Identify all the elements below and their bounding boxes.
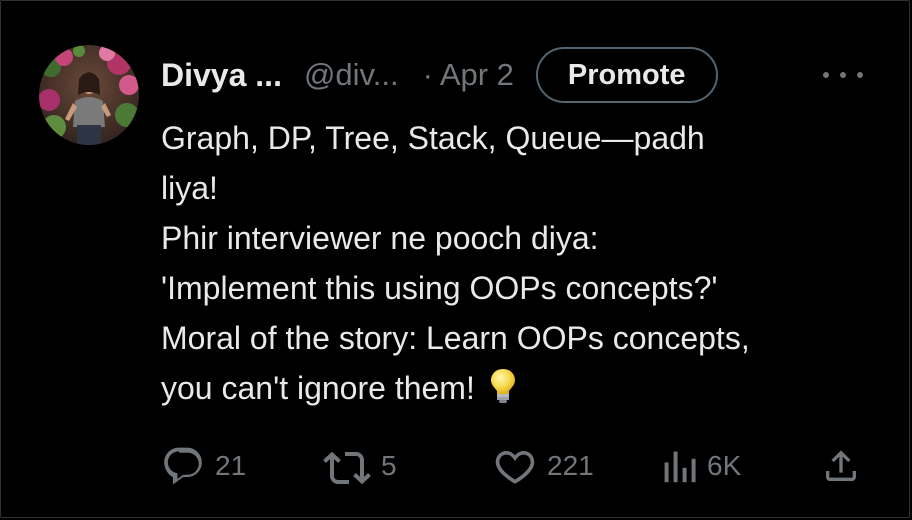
share-icon [821, 444, 861, 488]
tweet-last-line: you can't ignore them! [161, 363, 891, 419]
avatar-image [39, 45, 139, 145]
like-button[interactable]: 221 [493, 441, 594, 491]
like-count: 221 [547, 450, 594, 481]
heart-icon [493, 444, 537, 488]
avatar[interactable] [39, 45, 139, 145]
action-bar: 21 5 221 6K [1, 441, 912, 491]
tweet-header: Divya ... @div... · Apr 2 Promote [161, 47, 718, 103]
reply-count: 21 [215, 450, 247, 481]
author-name[interactable]: Divya ... [161, 57, 282, 94]
tweet-line: Graph, DP, Tree, Stack, Queue—padh [161, 120, 705, 156]
reply-button[interactable]: 21 [161, 441, 246, 491]
lightbulb-icon [489, 367, 517, 419]
tweet-line: Phir interviewer ne pooch diya: [161, 220, 599, 256]
repost-count: 5 [381, 450, 397, 481]
views-button[interactable]: 6K [661, 441, 741, 491]
tweet-card: Divya ... @div... · Apr 2 Promote Graph,… [0, 0, 910, 518]
tweet-line: liya! [161, 170, 218, 206]
share-button[interactable] [821, 441, 861, 491]
more-dot [857, 72, 863, 78]
views-count: 6K [707, 450, 742, 481]
author-handle[interactable]: @div... [304, 57, 399, 93]
more-dot [840, 72, 846, 78]
more-dot [823, 72, 829, 78]
repost-button[interactable]: 5 [323, 441, 397, 491]
tweet-line: 'Implement this using OOPs concepts?' [161, 270, 718, 306]
tweet-line: you can't ignore them! [161, 370, 475, 406]
reply-icon [161, 444, 205, 488]
views-icon [661, 444, 697, 488]
tweet-text: Graph, DP, Tree, Stack, Queue—padh liya!… [161, 113, 891, 419]
repost-icon [323, 444, 371, 488]
more-icon[interactable] [823, 63, 863, 87]
promote-button[interactable]: Promote [535, 47, 718, 103]
tweet-line: Moral of the story: Learn OOPs concepts, [161, 320, 750, 356]
tweet-date[interactable]: · Apr 2 [423, 57, 514, 93]
